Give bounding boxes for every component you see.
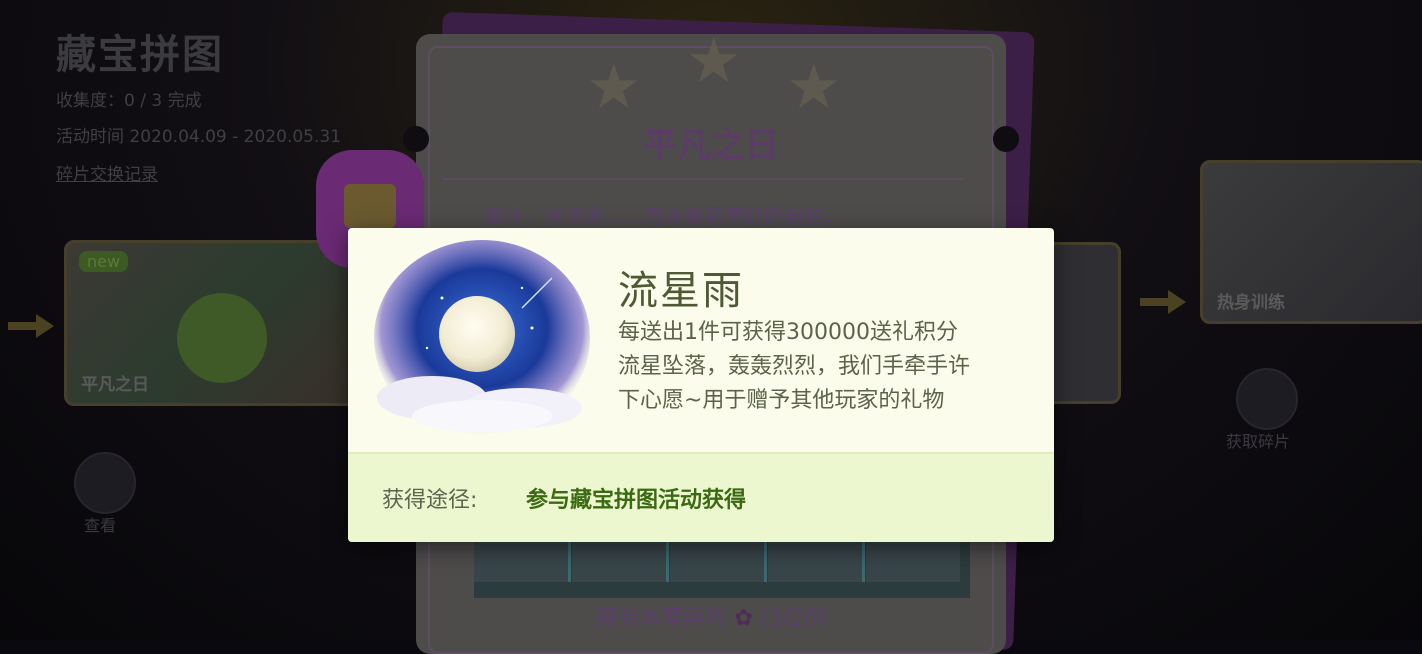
ticket-description: 果汁、冰淇淋……再来张哥俩好的自拍， — [484, 204, 844, 228]
view-button[interactable] — [74, 452, 136, 514]
item-name: 流星雨 — [618, 268, 744, 314]
fragment-slot[interactable] — [866, 542, 960, 582]
event-time-text: 活动时间 2020.04.09 - 2020.05.31 — [56, 127, 342, 147]
puzzle-piece-icon: ✿ — [734, 606, 753, 631]
monster-character-icon — [177, 293, 267, 383]
item-info-popup[interactable]: 流星雨 每送出1件可获得300000送礼积分 流星坠落，轰轰烈烈，我们手牵手许 … — [348, 228, 1054, 542]
fragment-slot[interactable] — [670, 542, 767, 582]
source-label: 获得途径: — [382, 488, 478, 513]
item-description-line: 下心愿~用于赠予其他玩家的礼物 — [618, 388, 945, 413]
get-fragments-button[interactable] — [1236, 368, 1298, 430]
fragments-count: (3/20) — [759, 606, 827, 631]
star-icon: ★ — [586, 50, 642, 123]
arrow-right-icon — [1140, 290, 1186, 314]
item-source-section: 获得途径: 参与藏宝拼图活动获得 — [348, 452, 1054, 542]
star-icon: ★ — [686, 24, 742, 97]
view-button-label: 查看 — [84, 516, 117, 535]
chapter-card-label: 平凡之日 — [81, 375, 149, 395]
fragment-count: 拥有本章碎片 ✿ (3/20) — [0, 600, 1422, 632]
chapter-card-label: 热身训练 — [1217, 293, 1285, 313]
item-description-line: 每送出1件可获得300000送礼积分 — [618, 320, 958, 345]
exchange-record-link[interactable]: 碎片交换记录 — [56, 160, 158, 185]
star-icon: ★ — [786, 50, 842, 123]
chapter-card-ordinary-day[interactable]: new 平凡之日 — [64, 240, 370, 406]
item-description: 每送出1件可获得300000送礼积分 流星坠落，轰轰烈烈，我们手牵手许 下心愿~… — [618, 316, 970, 418]
arrow-right-icon — [8, 314, 54, 338]
fragments-label: 拥有本章碎片 — [595, 606, 728, 631]
item-description-line: 流星坠落，轰轰烈烈，我们手牵手许 — [618, 354, 971, 379]
treasure-chest-icon — [344, 184, 396, 228]
new-badge: new — [79, 251, 129, 272]
fragment-slot[interactable] — [474, 542, 571, 582]
source-value: 参与藏宝拼图活动获得 — [526, 488, 747, 513]
fragment-slot[interactable] — [572, 542, 669, 582]
moon-night-sky-icon — [374, 240, 590, 436]
progress-text: 收集度：0 / 3 完成 — [56, 91, 202, 111]
ticket-title: 平凡之日 — [643, 126, 779, 166]
fragment-slot[interactable] — [768, 542, 865, 582]
chapter-card-warmup[interactable]: 热身训练 — [1200, 160, 1422, 324]
divider — [442, 178, 964, 180]
get-fragments-label: 获取碎片 — [1226, 432, 1291, 451]
event-title: 藏宝拼图 — [56, 32, 224, 78]
